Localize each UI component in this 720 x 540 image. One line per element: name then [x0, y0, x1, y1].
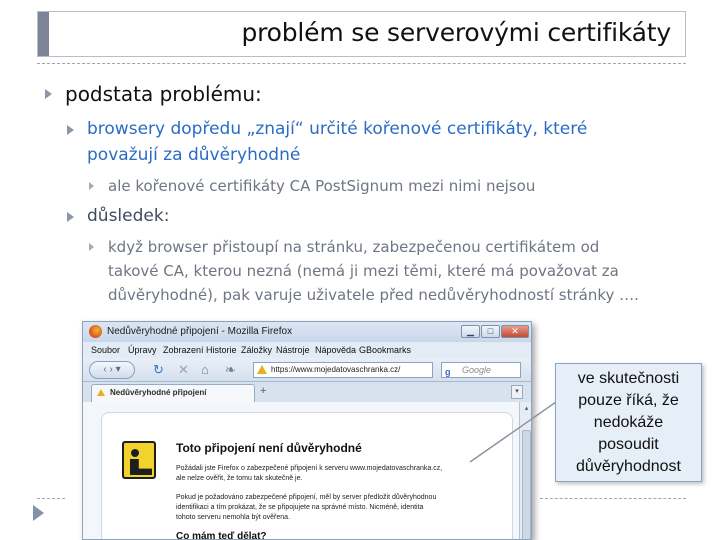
callout-box: ve skutečnosti pouze říká, že nedokáže p…: [555, 363, 702, 482]
callout-line: pouze říká, že: [578, 392, 679, 409]
callout-line: ve skutečnosti: [577, 370, 680, 387]
callout-pointer-line: [469, 401, 557, 463]
callout-line: posoudit: [598, 436, 659, 453]
callout-line: důvěryhodnost: [576, 458, 681, 475]
callout-line: nedokáže: [593, 414, 664, 431]
